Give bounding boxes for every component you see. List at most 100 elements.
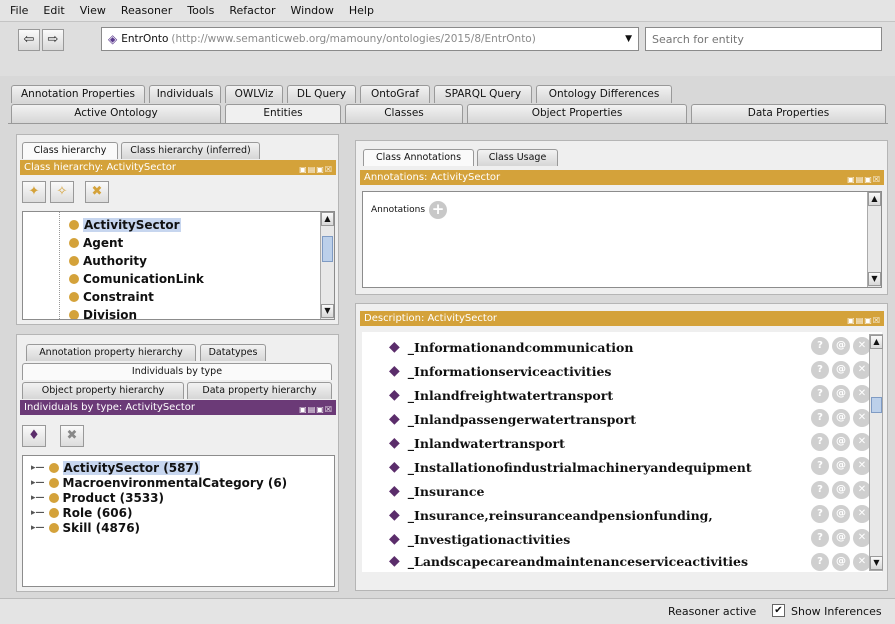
- ontology-selector[interactable]: ◈ EntrOnto (http://www.semanticweb.org/m…: [101, 27, 639, 51]
- individual-icon: ◆: [389, 339, 400, 355]
- panel-controls-icon[interactable]: ▣▤▣☒: [299, 162, 333, 177]
- tab-annotation-property-hierarchy[interactable]: Annotation property hierarchy: [26, 344, 196, 361]
- annotations-header: Annotations: ActivitySector ▣▤▣☒: [360, 170, 884, 185]
- class-item[interactable]: ComunicationLink: [69, 272, 204, 286]
- individual-type-item[interactable]: ▸— Product (3533): [31, 491, 164, 505]
- annotate-icon[interactable]: @: [832, 505, 850, 523]
- help-icon[interactable]: ?: [811, 481, 829, 499]
- class-tree-scrollbar[interactable]: ▲ ▼: [320, 212, 334, 319]
- annotate-icon[interactable]: @: [832, 433, 850, 451]
- individual-type-item[interactable]: ▸— Skill (4876): [31, 521, 140, 535]
- annotate-icon[interactable]: @: [832, 385, 850, 403]
- menu-reasoner[interactable]: Reasoner: [121, 4, 172, 17]
- class-item[interactable]: Division: [69, 308, 137, 319]
- tab-data-property-hierarchy[interactable]: Data property hierarchy: [187, 382, 332, 399]
- help-icon[interactable]: ?: [811, 553, 829, 571]
- tab-data-properties[interactable]: Data Properties: [691, 104, 886, 123]
- tab-annotation-properties[interactable]: Annotation Properties: [11, 85, 145, 103]
- tab-object-properties[interactable]: Object Properties: [467, 104, 687, 123]
- scroll-down-icon[interactable]: ▼: [868, 272, 881, 286]
- delete-class-button[interactable]: ✖: [85, 181, 109, 203]
- tab-dl-query[interactable]: DL Query: [287, 85, 356, 103]
- add-subclass-button[interactable]: ✦: [22, 181, 46, 203]
- scroll-down-icon[interactable]: ▼: [870, 556, 883, 570]
- class-item[interactable]: Authority: [69, 254, 147, 268]
- annotate-icon[interactable]: @: [832, 553, 850, 571]
- help-icon[interactable]: ?: [811, 529, 829, 547]
- tab-class-annotations[interactable]: Class Annotations: [363, 149, 474, 166]
- scroll-thumb[interactable]: [871, 397, 882, 413]
- forward-button[interactable]: ⇨: [42, 29, 64, 51]
- list-item[interactable]: ◆ _Landscapecareandmaintenanceserviceacti…: [389, 551, 877, 571]
- add-individual-button[interactable]: ♦: [22, 425, 46, 447]
- help-icon[interactable]: ?: [811, 409, 829, 427]
- list-item[interactable]: ◆ _Insurance? @ ✕: [389, 479, 877, 503]
- help-icon[interactable]: ?: [811, 385, 829, 403]
- add-sibling-button[interactable]: ✧: [50, 181, 74, 203]
- class-item[interactable]: Agent: [69, 236, 123, 250]
- annotate-icon[interactable]: @: [832, 361, 850, 379]
- panel-controls-icon[interactable]: ▣▤▣☒: [847, 172, 881, 187]
- list-item[interactable]: ◆ _Investigationactivities? @ ✕: [389, 527, 877, 551]
- help-icon[interactable]: ?: [811, 361, 829, 379]
- menu-view[interactable]: View: [80, 4, 106, 17]
- list-item[interactable]: ◆ _Informationserviceactivities? @ ✕: [389, 359, 877, 383]
- menu-edit[interactable]: Edit: [43, 4, 64, 17]
- help-icon[interactable]: ?: [811, 433, 829, 451]
- tab-class-hierarchy[interactable]: Class hierarchy: [22, 142, 118, 159]
- scroll-up-icon[interactable]: ▲: [321, 212, 334, 226]
- tab-ontology-differences[interactable]: Ontology Differences: [536, 85, 672, 103]
- tab-sparql-query[interactable]: SPARQL Query: [434, 85, 532, 103]
- tab-individuals[interactable]: Individuals: [149, 85, 221, 103]
- list-item[interactable]: ◆ _Inlandpassengerwatertransport? @ ✕: [389, 407, 877, 431]
- class-item[interactable]: Constraint: [69, 290, 154, 304]
- individual-type-item[interactable]: ▸— ActivitySector (587): [31, 461, 201, 475]
- annotate-icon[interactable]: @: [832, 409, 850, 427]
- tab-datatypes[interactable]: Datatypes: [200, 344, 266, 361]
- annotate-icon[interactable]: @: [832, 337, 850, 355]
- menu-file[interactable]: File: [10, 4, 28, 17]
- add-annotation-icon[interactable]: +: [429, 201, 448, 219]
- description-scrollbar[interactable]: ▲ ▼: [869, 334, 883, 571]
- list-item[interactable]: ◆ _Inlandwatertransport? @ ✕: [389, 431, 877, 455]
- scroll-up-icon[interactable]: ▲: [868, 192, 881, 206]
- tab-classes[interactable]: Classes: [345, 104, 463, 123]
- back-button[interactable]: ⇦: [18, 29, 40, 51]
- tab-active-ontology[interactable]: Active Ontology: [11, 104, 221, 123]
- tab-object-property-hierarchy[interactable]: Object property hierarchy: [22, 382, 184, 399]
- tab-owlviz[interactable]: OWLViz: [225, 85, 283, 103]
- scroll-up-icon[interactable]: ▲: [870, 335, 883, 349]
- arrow-right-icon: ⇨: [47, 32, 59, 47]
- annotations-scrollbar[interactable]: ▲ ▼: [867, 192, 881, 287]
- list-item[interactable]: ◆ _Inlandfreightwatertransport? @ ✕: [389, 383, 877, 407]
- tab-class-usage[interactable]: Class Usage: [477, 149, 558, 166]
- annotate-icon[interactable]: @: [832, 481, 850, 499]
- tab-ontograf[interactable]: OntoGraf: [360, 85, 430, 103]
- panel-controls-icon[interactable]: ▣▤▣☒: [299, 402, 333, 417]
- panel-controls-icon[interactable]: ▣▤▣☒: [847, 313, 881, 328]
- scroll-thumb[interactable]: [322, 236, 333, 262]
- delete-individual-button[interactable]: ✖: [60, 425, 84, 447]
- menu-help[interactable]: Help: [349, 4, 374, 17]
- list-item[interactable]: ◆ _Informationandcommunication? @ ✕: [389, 335, 877, 359]
- menu-tools[interactable]: Tools: [187, 4, 214, 17]
- tab-individuals-by-type[interactable]: Individuals by type: [22, 363, 332, 380]
- help-icon[interactable]: ?: [811, 457, 829, 475]
- show-inferences-checkbox[interactable]: ✔: [772, 604, 785, 617]
- annotate-icon[interactable]: @: [832, 457, 850, 475]
- tab-class-hierarchy-inferred[interactable]: Class hierarchy (inferred): [121, 142, 260, 159]
- help-icon[interactable]: ?: [811, 337, 829, 355]
- tab-entities[interactable]: Entities: [225, 104, 341, 123]
- menu-window[interactable]: Window: [291, 4, 334, 17]
- list-item[interactable]: ◆ _Installationofindustrialmachineryandeq…: [389, 455, 877, 479]
- class-item[interactable]: ActivitySector: [69, 218, 181, 232]
- annotate-icon[interactable]: @: [832, 529, 850, 547]
- list-item[interactable]: ◆ _Insurance,reinsuranceandpensionfunding…: [389, 503, 877, 527]
- search-input[interactable]: [645, 27, 882, 51]
- annotations-list: Annotations + ▲ ▼: [362, 191, 882, 288]
- individual-type-item[interactable]: ▸— MacroenvironmentalCategory (6): [31, 476, 287, 490]
- help-icon[interactable]: ?: [811, 505, 829, 523]
- scroll-down-icon[interactable]: ▼: [321, 304, 334, 318]
- menu-refactor[interactable]: Refactor: [229, 4, 275, 17]
- individual-type-item[interactable]: ▸— Role (606): [31, 506, 132, 520]
